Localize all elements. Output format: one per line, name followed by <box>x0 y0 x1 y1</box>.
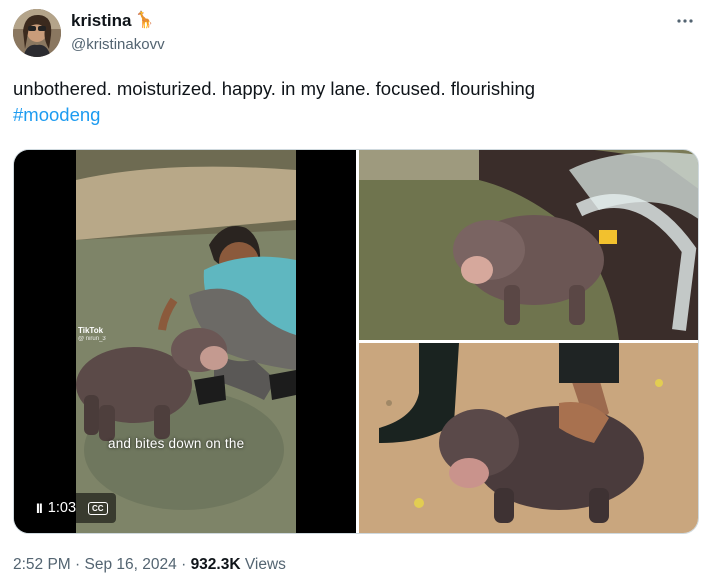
tiktok-label: TikTok <box>78 326 104 335</box>
tweet-text: unbothered. moisturized. happy. in my la… <box>13 76 693 128</box>
media-photo-2[interactable] <box>359 343 698 533</box>
tweet-meta: 2:52 PM · Sep 16, 2024 · 932.3K Views <box>13 556 286 574</box>
hashtag-link[interactable]: #moodeng <box>13 102 693 128</box>
video-controls: II 1:03 CC <box>28 493 116 523</box>
author-display-name[interactable]: kristina <box>71 10 131 32</box>
post-time[interactable]: 2:52 PM <box>13 556 71 573</box>
video-frame <box>14 150 356 533</box>
meta-separator-2: · <box>181 556 187 573</box>
video-caption: and bites down on the <box>108 436 245 451</box>
media-grid: TikTok @ nirun_3 and bites down on the I… <box>13 149 699 534</box>
tiktok-username: @ nirun_3 <box>78 336 106 342</box>
video-player[interactable]: TikTok @ nirun_3 and bites down on the I… <box>14 150 356 533</box>
pause-button[interactable]: II <box>36 500 43 516</box>
hippo-splash-image <box>359 150 698 340</box>
views-count: 932.3K <box>190 556 241 573</box>
tiktok-watermark: TikTok @ nirun_3 <box>78 326 106 344</box>
media-photo-1[interactable] <box>359 150 698 340</box>
author-handle[interactable]: @kristinakovv <box>71 34 165 56</box>
giraffe-emoji-icon: 🦒 <box>134 12 155 29</box>
tweet-body: unbothered. moisturized. happy. in my la… <box>13 78 536 99</box>
more-options-button[interactable] <box>672 8 698 34</box>
author-name-row[interactable]: kristina 🦒 <box>71 10 165 32</box>
video-time: 1:03 <box>47 500 77 516</box>
more-horizontal-icon <box>677 19 693 23</box>
views-label: Views <box>244 556 286 573</box>
hippo-held-image <box>359 343 698 533</box>
author-avatar[interactable] <box>13 9 61 57</box>
author-info: kristina 🦒 @kristinakovv <box>71 10 165 56</box>
captions-button[interactable]: CC <box>88 501 108 515</box>
meta-separator: · <box>75 556 81 573</box>
post-date[interactable]: Sep 16, 2024 <box>85 556 177 573</box>
